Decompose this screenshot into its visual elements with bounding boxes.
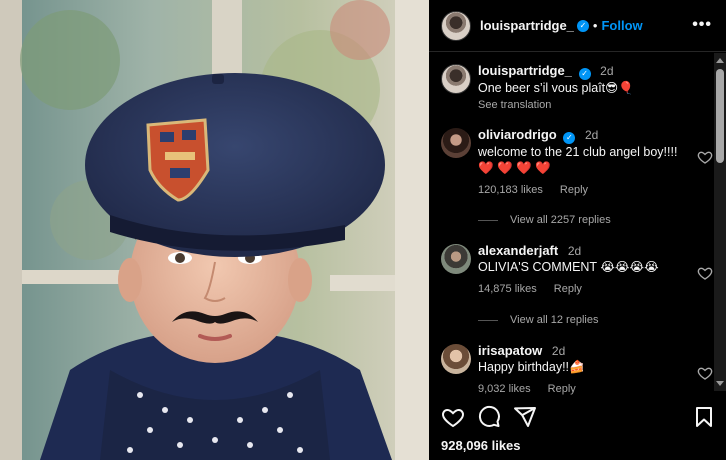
commenter-username[interactable]: oliviarodrigo	[478, 127, 557, 142]
separator-dot: •	[592, 18, 598, 33]
reply-button[interactable]: Reply	[560, 184, 588, 196]
replies-divider	[478, 219, 498, 221]
verified-badge-icon: ✓	[563, 132, 576, 144]
comment-item: alexanderjaft 2d OLIVIA'S COMMENT 😭😭😭😭 1…	[441, 243, 713, 297]
heart-icon[interactable]	[441, 405, 465, 429]
reply-button[interactable]: Reply	[548, 383, 576, 395]
caption-avatar[interactable]	[441, 64, 471, 94]
comment-time: 2d	[567, 244, 582, 258]
comment-item: oliviarodrigo ✓ 2d welcome to the 21 clu…	[441, 127, 713, 198]
commenter-avatar[interactable]	[441, 344, 471, 374]
comment-icon[interactable]	[477, 405, 501, 429]
comment-text: Happy birthday!!🍰	[478, 360, 585, 374]
post-header: louispartridge_ ✓ • Follow •••	[429, 0, 726, 52]
view-replies-label: View all 12 replies	[510, 314, 599, 326]
share-icon[interactable]	[513, 405, 537, 429]
comment-likes[interactable]: 14,875 likes	[478, 283, 537, 295]
verified-badge-icon: ✓	[578, 68, 591, 80]
caption: louispartridge_ ✓ 2d One beer s’il vous …	[441, 63, 713, 113]
follow-button[interactable]: Follow	[601, 18, 642, 33]
author-username[interactable]: louispartridge_	[480, 18, 574, 33]
commenter-username[interactable]: alexanderjaft	[478, 243, 558, 258]
comment-likes[interactable]: 120,183 likes	[478, 184, 543, 196]
view-replies-label: View all 2257 replies	[510, 214, 611, 226]
post-actions	[441, 405, 716, 433]
comment-text: welcome to the 21 club angel boy!!!! ❤️ …	[478, 145, 678, 175]
bookmark-icon[interactable]	[692, 405, 716, 429]
commenter-avatar[interactable]	[441, 244, 471, 274]
post-likes-count[interactable]: 928,096 likes	[441, 438, 521, 453]
caption-text: One beer s’il vous plaît😎🎈	[478, 81, 634, 95]
post-panel: louispartridge_ ✓ • Follow ••• louispart…	[429, 0, 726, 460]
comment-time: 2d	[551, 344, 566, 358]
scroll-up-arrow-icon[interactable]	[716, 58, 724, 63]
comment-like-heart-icon[interactable]	[697, 149, 713, 165]
comment-likes[interactable]: 9,032 likes	[478, 383, 531, 395]
post-photo	[0, 0, 429, 460]
verified-badge-icon: ✓	[576, 19, 589, 32]
comments-scrollbar[interactable]	[714, 53, 726, 391]
commenter-username[interactable]: irisapatow	[478, 343, 542, 358]
scrollbar-thumb[interactable]	[716, 69, 724, 163]
comment-like-heart-icon[interactable]	[697, 265, 713, 281]
caption-username[interactable]: louispartridge_	[478, 63, 572, 78]
scroll-down-arrow-icon[interactable]	[716, 381, 724, 386]
caption-time: 2d	[600, 64, 614, 78]
see-translation-link[interactable]: See translation	[478, 97, 713, 113]
comment-time: 2d	[584, 128, 599, 142]
commenter-avatar[interactable]	[441, 128, 471, 158]
reply-button[interactable]: Reply	[554, 283, 582, 295]
author-avatar[interactable]	[441, 10, 471, 41]
comment-item: irisapatow 2d Happy birthday!!🍰 9,032 li…	[441, 343, 713, 397]
more-options-icon[interactable]: •••	[692, 16, 712, 34]
comment-like-heart-icon[interactable]	[697, 365, 713, 381]
view-replies-button[interactable]: View all 12 replies	[478, 314, 598, 326]
comments-list: louispartridge_ ✓ 2d One beer s’il vous …	[429, 53, 714, 397]
replies-divider	[478, 319, 498, 321]
view-replies-button[interactable]: View all 2257 replies	[478, 214, 611, 226]
comment-text: OLIVIA'S COMMENT 😭😭😭😭	[478, 260, 659, 274]
